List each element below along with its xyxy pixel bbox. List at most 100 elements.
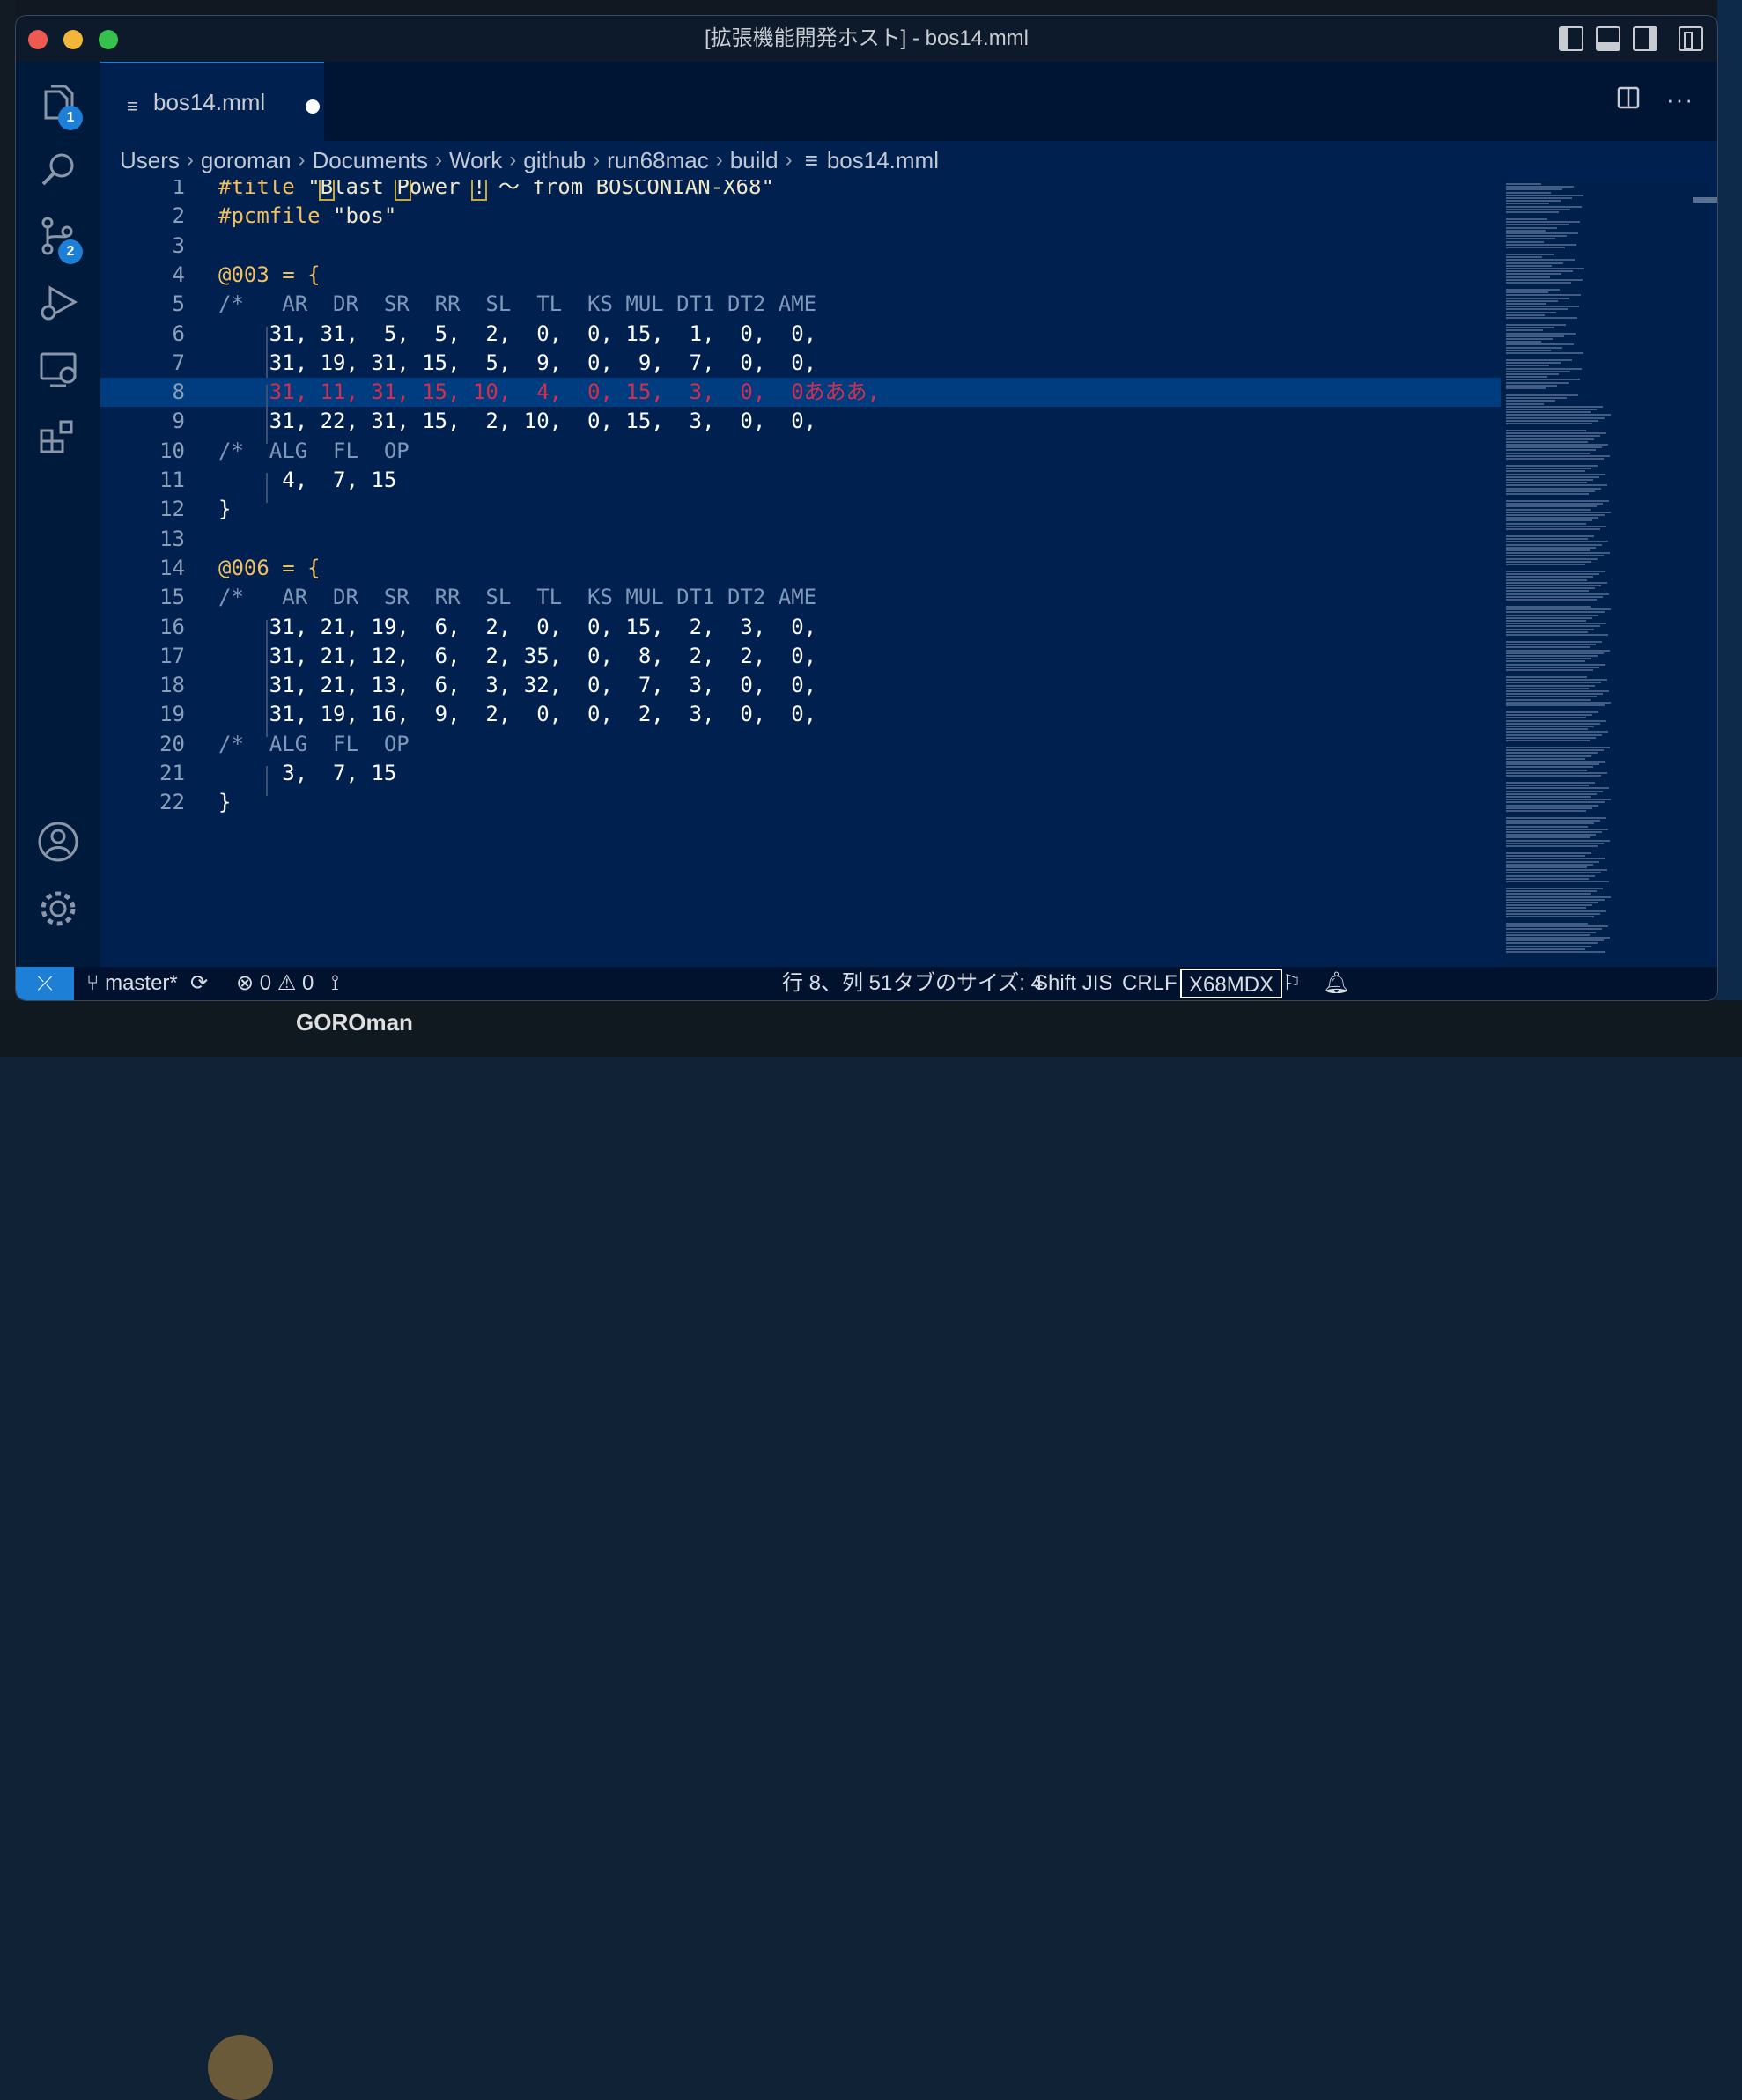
minimap-line — [1506, 332, 1576, 335]
minimap-line — [1506, 893, 1591, 895]
minimap-line — [1506, 719, 1606, 722]
minimap-line — [1506, 511, 1611, 513]
cursor-position[interactable]: 行 8、列 51 — [782, 967, 892, 1000]
code-line[interactable]: 4 @003 = { — [100, 261, 1502, 290]
extensions-icon[interactable] — [35, 414, 81, 460]
warning-icon: ⚠ — [277, 971, 297, 995]
breadcrumb-item[interactable]: Work — [449, 147, 502, 174]
minimap-line — [1506, 696, 1597, 698]
accounts-icon[interactable] — [35, 819, 81, 865]
debug-status-icon[interactable]: ⟟ — [331, 967, 339, 1000]
breadcrumb-item[interactable]: bos14.mml — [827, 147, 939, 174]
minimap-line — [1506, 728, 1588, 731]
file-lines-icon: ≡ — [127, 95, 138, 117]
tab-bos14-mml[interactable]: ≡ bos14.mml — [100, 62, 324, 141]
minimap-line — [1506, 254, 1554, 255]
minimize-window-button[interactable] — [63, 30, 83, 49]
breadcrumb-item[interactable]: build — [730, 147, 779, 174]
language-mode[interactable]: X68MDX — [1180, 969, 1283, 998]
search-icon[interactable] — [35, 146, 81, 192]
code-text: } — [218, 497, 232, 522]
code-text: 31, 21, 19, 6, 2, 0, 0, 15, 2, 3, 0, — [218, 614, 817, 639]
minimap-line — [1506, 449, 1596, 452]
customize-layout-icon[interactable] — [1679, 26, 1703, 51]
minimap-line — [1506, 590, 1589, 593]
minimap-line — [1506, 397, 1567, 400]
code-line[interactable]: 9 31, 22, 31, 15, 2, 10, 0, 15, 3, 0, 0, — [100, 407, 1502, 445]
breadcrumb-item[interactable]: goroman — [201, 147, 292, 174]
chevron-right-icon: › — [186, 148, 194, 172]
maximize-window-button[interactable] — [99, 30, 118, 49]
code-editor[interactable]: 1 #title "Blast Power ! 〜 from BOSCONIAN-… — [100, 180, 1502, 967]
branch-status[interactable]: ⑂ master* — [86, 967, 178, 1000]
code-line[interactable]: 13 — [100, 525, 1502, 554]
code-line[interactable]: 12} — [100, 495, 1502, 524]
code-line[interactable]: 16 31, 21, 19, 6, 2, 0, 0, 15, 2, 3, 0, — [100, 613, 1502, 650]
code-text: 4, 7, 15 — [218, 468, 397, 492]
close-window-button[interactable] — [28, 30, 48, 49]
warning-count: 0 — [302, 971, 314, 995]
minimap-line — [1506, 194, 1583, 196]
minimap-line — [1506, 825, 1588, 828]
minimap-line — [1506, 335, 1564, 337]
code-line[interactable]: 15 /* AR DR SR RR SL TL KS MUL DT1 DT2 AM… — [100, 583, 1502, 612]
explorer-icon[interactable]: 1 — [35, 79, 83, 130]
line-number: 10 — [159, 438, 185, 463]
manage-gear-icon[interactable] — [35, 886, 81, 932]
notifications-bell-icon[interactable]: 🔔︎ — [1323, 967, 1349, 1000]
code-line[interactable]: 17 31, 21, 12, 6, 2, 35, 0, 8, 2, 2, 0, — [100, 642, 1502, 679]
code-line[interactable]: 19 31, 19, 16, 9, 2, 0, 0, 2, 3, 0, 0, — [100, 700, 1502, 738]
minimap-line — [1506, 907, 1586, 910]
minimap-line — [1506, 327, 1554, 329]
tab-size[interactable]: タブのサイズ: 4 — [893, 967, 1043, 1000]
file-encoding[interactable]: Shift JIS — [1034, 967, 1112, 1000]
minimap[interactable] — [1501, 180, 1709, 967]
code-line[interactable]: 21 3, 7, 15 — [100, 759, 1502, 796]
minimap-line — [1506, 869, 1607, 872]
code-line[interactable]: 3 — [100, 232, 1502, 261]
remote-indicator-icon[interactable]: ⤫ — [16, 967, 74, 1000]
unsaved-dot-icon[interactable] — [306, 99, 320, 114]
code-text: 31, 21, 12, 6, 2, 35, 0, 8, 2, 2, 0, — [218, 643, 817, 668]
code-line[interactable]: 6 31, 31, 5, 5, 2, 0, 0, 15, 1, 0, 0, — [100, 320, 1502, 357]
minimap-line — [1506, 804, 1598, 807]
run-and-debug-icon[interactable] — [35, 280, 81, 326]
code-line[interactable]: 20 /* ALG FL OP — [100, 730, 1502, 759]
line-number: 14 — [159, 555, 185, 580]
breadcrumb-item[interactable]: Users — [120, 147, 180, 174]
minimap-line — [1506, 796, 1591, 798]
code-line[interactable]: 10 /* ALG FL OP — [100, 437, 1502, 466]
source-control-icon[interactable]: 2 — [35, 213, 83, 264]
code-line[interactable]: 7 31, 19, 31, 15, 5, 9, 0, 9, 7, 0, 0, — [100, 349, 1502, 386]
toggle-primary-sidebar-icon[interactable] — [1559, 26, 1583, 51]
code-line[interactable]: 22} — [100, 788, 1502, 817]
feedback-icon[interactable]: ⚐ — [1282, 967, 1302, 1000]
code-line[interactable]: 8 31, 11, 31, 15, 10, 4, 0, 15, 3, 0, 0あ… — [100, 378, 1502, 416]
code-line[interactable]: 11 4, 7, 15 — [100, 466, 1502, 503]
code-line[interactable]: 1 #title "Blast Power ! 〜 from BOSCONIAN-… — [100, 180, 1502, 202]
minimap-line — [1506, 454, 1610, 457]
code-line[interactable]: 5 /* AR DR SR RR SL TL KS MUL DT1 DT2 AME — [100, 290, 1502, 319]
breadcrumb-item[interactable]: Documents — [313, 147, 429, 174]
minimap-line — [1506, 771, 1607, 774]
code-line[interactable]: 14 @006 = { — [100, 554, 1502, 583]
minimap-line — [1506, 264, 1552, 267]
minimap-line — [1506, 757, 1585, 760]
problems-status[interactable]: ⊗ 0 ⚠ 0 — [236, 967, 314, 1000]
toggle-panel-icon[interactable] — [1596, 26, 1620, 51]
minimap-line — [1506, 444, 1608, 446]
code-text: #pcmfile "bos" — [218, 203, 397, 229]
code-line[interactable]: 2 #pcmfile "bos" — [100, 202, 1502, 231]
minimap-line — [1506, 517, 1598, 519]
minimap-line — [1506, 898, 1605, 901]
end-of-line[interactable]: CRLF — [1122, 967, 1177, 1000]
split-editor-icon[interactable] — [1617, 86, 1640, 115]
toggle-secondary-sidebar-icon[interactable] — [1633, 26, 1657, 51]
remote-explorer-icon[interactable] — [35, 347, 81, 393]
more-actions-icon[interactable]: ··· — [1666, 86, 1694, 115]
line-number: 2 — [172, 203, 185, 229]
code-line[interactable]: 18 31, 21, 13, 6, 3, 32, 0, 7, 3, 0, 0, — [100, 671, 1502, 709]
sync-icon[interactable]: ⟳ — [190, 967, 208, 1000]
breadcrumb-item[interactable]: run68mac — [607, 147, 709, 174]
breadcrumb-item[interactable]: github — [523, 147, 586, 174]
